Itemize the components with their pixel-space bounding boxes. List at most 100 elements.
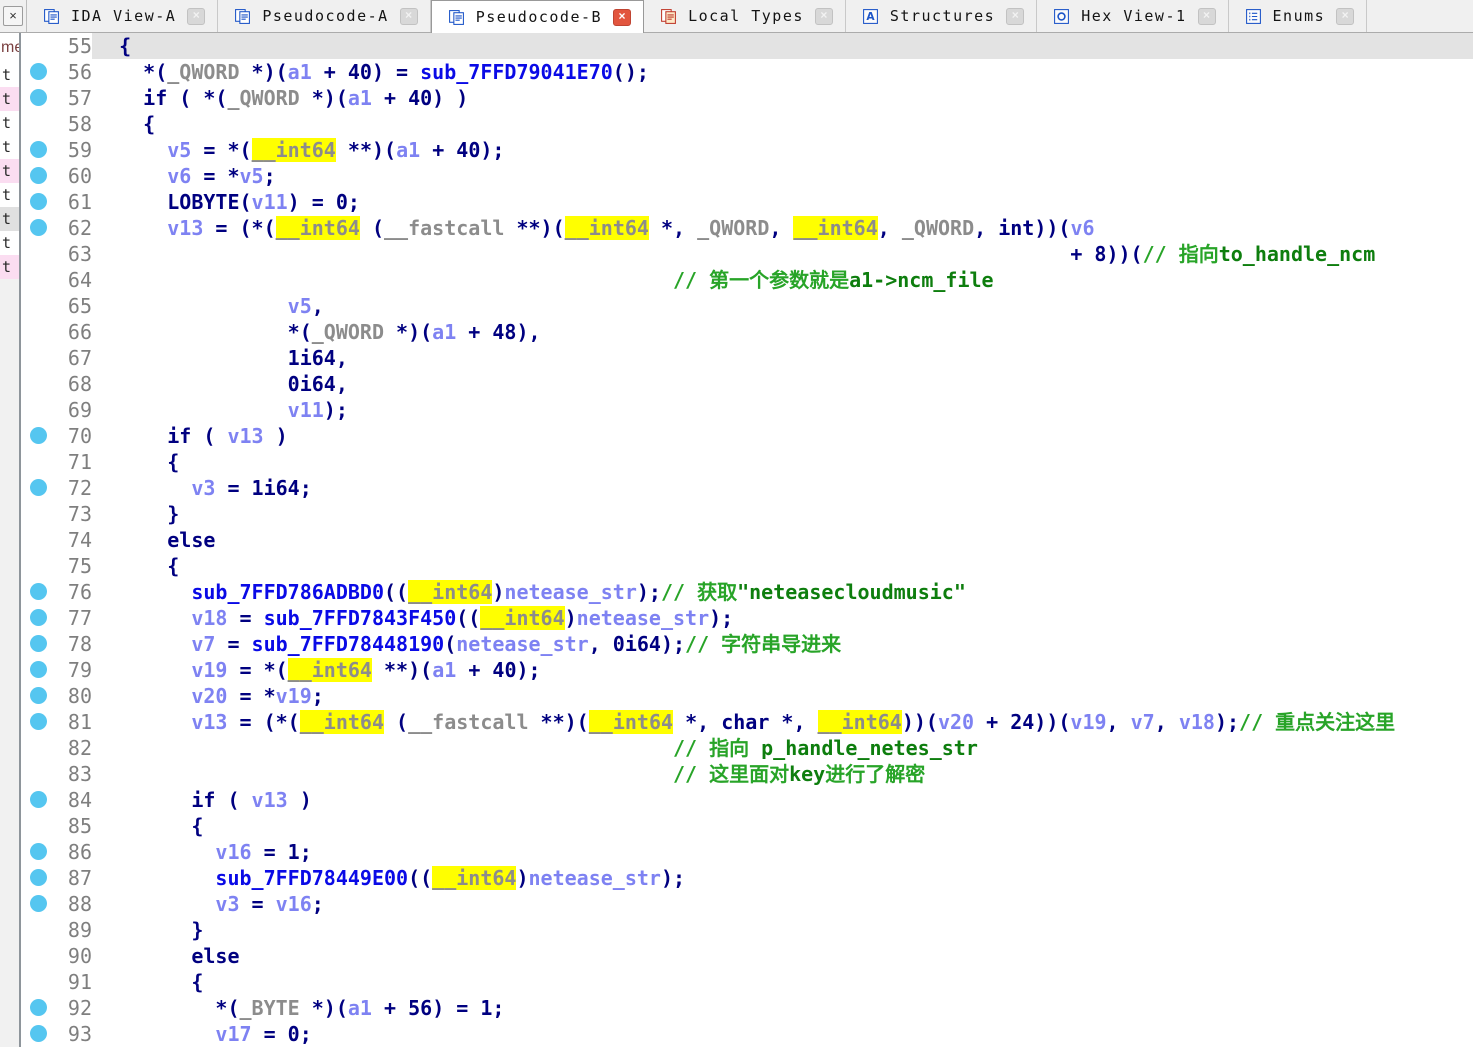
code-line-text[interactable]: v3 = v16; — [92, 891, 1473, 917]
code-line-text[interactable]: // 这里面对key进行了解密 — [92, 761, 1473, 787]
function-list-item[interactable]: t — [0, 207, 19, 231]
tab-label: Enums — [1272, 7, 1326, 25]
code-line-text[interactable]: 1i64, — [92, 345, 1473, 371]
svg-text:A: A — [866, 10, 875, 23]
code-line-text[interactable]: { — [92, 813, 1473, 839]
code-line-text[interactable]: v17 = 0; — [92, 1021, 1473, 1047]
local-types-icon — [660, 8, 677, 25]
tab-close-icon[interactable]: × — [1336, 7, 1355, 25]
code-line: 68 0i64, — [21, 371, 1473, 397]
code-line-text[interactable]: // 第一个参数就是a1->ncm_file — [92, 267, 1473, 293]
function-list-item[interactable]: t — [0, 111, 19, 135]
address-dot-icon — [30, 661, 47, 678]
line-number: 59 — [67, 138, 92, 162]
code-gutter — [21, 423, 52, 449]
code-line-text[interactable]: if ( *(_QWORD *)(a1 + 40) ) — [92, 85, 1473, 111]
code-line-text[interactable]: else — [92, 527, 1473, 553]
code-line-text[interactable]: if ( v13 ) — [92, 423, 1473, 449]
address-dot-icon — [30, 635, 47, 652]
code-line-text[interactable]: { — [92, 111, 1473, 137]
code-gutter — [21, 371, 52, 397]
tab-pseudocode-b[interactable]: Pseudocode-B × — [430, 0, 645, 33]
pseudocode-view: 55 {56 *(_QWORD *)(a1 + 40) = sub_7FFD79… — [21, 33, 1473, 1047]
code-gutter — [21, 111, 52, 137]
code-line: 76 sub_7FFD786ADBD0((__int64)netease_str… — [21, 579, 1473, 605]
code-line-text[interactable]: LOBYTE(v11) = 0; — [92, 189, 1473, 215]
pseudocode-icon — [234, 8, 251, 25]
code-line-text[interactable]: if ( v13 ) — [92, 787, 1473, 813]
code-line-text[interactable]: 0i64, — [92, 371, 1473, 397]
tab-ida-view-a[interactable]: IDA View-A × — [27, 0, 219, 32]
code-line-text[interactable]: sub_7FFD78449E00((__int64)netease_str); — [92, 865, 1473, 891]
code-line-text[interactable]: + 8))(// 指向to_handle_ncm — [92, 241, 1473, 267]
panel-close-button[interactable]: × — [3, 6, 23, 26]
tab-close-icon[interactable]: × — [613, 8, 632, 26]
tab-close-icon[interactable]: × — [1006, 7, 1025, 25]
code-line: 83 // 这里面对key进行了解密 — [21, 761, 1473, 787]
function-list-item[interactable]: t — [0, 135, 19, 159]
tab-close-icon[interactable]: × — [814, 7, 833, 25]
code-line-text[interactable]: *(_BYTE *)(a1 + 56) = 1; — [92, 995, 1473, 1021]
code-gutter — [21, 631, 52, 657]
code-line-text[interactable]: v13 = (*(__int64 (__fastcall **)(__int64… — [92, 709, 1473, 735]
line-number: 77 — [67, 606, 92, 630]
code-line-text[interactable]: { — [92, 969, 1473, 995]
side-panel-list: me ttttttttt — [0, 33, 19, 279]
code-line-text[interactable]: v6 = *v5; — [92, 163, 1473, 189]
code-line-text[interactable]: v13 = (*(__int64 (__fastcall **)(__int64… — [92, 215, 1473, 241]
tab-structures[interactable]: A Structures × — [845, 0, 1038, 32]
address-dot-icon — [30, 479, 47, 496]
side-panel-rows: ttttttttt — [0, 63, 19, 279]
tab-close-icon[interactable]: × — [187, 7, 206, 25]
code-line-text[interactable]: v18 = sub_7FFD7843F450((__int64)netease_… — [92, 605, 1473, 631]
address-dot-icon — [30, 687, 47, 704]
hex-view-icon — [1053, 8, 1070, 25]
code-line-text[interactable]: } — [92, 501, 1473, 527]
code-line-text[interactable]: v3 = 1i64; — [92, 475, 1473, 501]
code-line-text[interactable]: sub_7FFD786ADBD0((__int64)netease_str);/… — [92, 579, 1473, 605]
line-number: 57 — [67, 86, 92, 110]
code-gutter — [21, 501, 52, 527]
tab-close-icon[interactable]: × — [1197, 7, 1216, 25]
code-line: 75 { — [21, 553, 1473, 579]
code-line-text[interactable]: *(_QWORD *)(a1 + 48), — [92, 319, 1473, 345]
code-line-text[interactable]: v16 = 1; — [92, 839, 1473, 865]
code-line-text[interactable]: v5, — [92, 293, 1473, 319]
tab-local-types[interactable]: Local Types × — [644, 0, 846, 32]
code-line-text[interactable]: { — [92, 553, 1473, 579]
code-line-text[interactable]: v7 = sub_7FFD78448190(netease_str, 0i64)… — [92, 631, 1473, 657]
code-line-text[interactable]: v20 = *v19; — [92, 683, 1473, 709]
code-line-text[interactable]: // 指向 p_handle_netes_str — [92, 735, 1473, 761]
code-gutter — [21, 33, 52, 59]
function-list-item[interactable]: t — [0, 231, 19, 255]
function-list-item[interactable]: t — [0, 159, 19, 183]
code-gutter — [21, 189, 52, 215]
code-line-text[interactable]: } — [92, 917, 1473, 943]
tab-pseudocode-a[interactable]: Pseudocode-A × — [218, 0, 431, 32]
code-gutter — [21, 449, 52, 475]
code-line-text[interactable]: *(_QWORD *)(a1 + 40) = sub_7FFD79041E70(… — [92, 59, 1473, 85]
function-list-item[interactable]: t — [0, 87, 19, 111]
code-line-text[interactable]: { — [92, 449, 1473, 475]
code-line-text[interactable]: else — [92, 943, 1473, 969]
code-line: 91 { — [21, 969, 1473, 995]
tab-close-icon[interactable]: × — [399, 7, 418, 25]
function-list-item[interactable]: t — [0, 183, 19, 207]
pseudocode-icon — [448, 9, 465, 26]
code-gutter — [21, 241, 52, 267]
tab-label: IDA View-A — [71, 7, 177, 25]
code-line-text[interactable]: v19 = *(__int64 **)(a1 + 40); — [92, 657, 1473, 683]
code-line-text[interactable]: { — [92, 33, 1473, 59]
tab-hex-view-1[interactable]: Hex View-1 × — [1037, 0, 1229, 32]
function-list-item[interactable]: t — [0, 255, 19, 279]
tab-enums[interactable]: Enums × — [1228, 0, 1368, 32]
code-line-text[interactable]: v5 = *(__int64 **)(a1 + 40); — [92, 137, 1473, 163]
line-number: 71 — [67, 450, 92, 474]
line-number: 62 — [67, 216, 92, 240]
code-line: 92 *(_BYTE *)(a1 + 56) = 1; — [21, 995, 1473, 1021]
code-line: 93 v17 = 0; — [21, 1021, 1473, 1047]
line-number: 73 — [67, 502, 92, 526]
function-list-item[interactable]: t — [0, 63, 19, 87]
ida-view-icon — [43, 8, 60, 25]
code-line-text[interactable]: v11); — [92, 397, 1473, 423]
